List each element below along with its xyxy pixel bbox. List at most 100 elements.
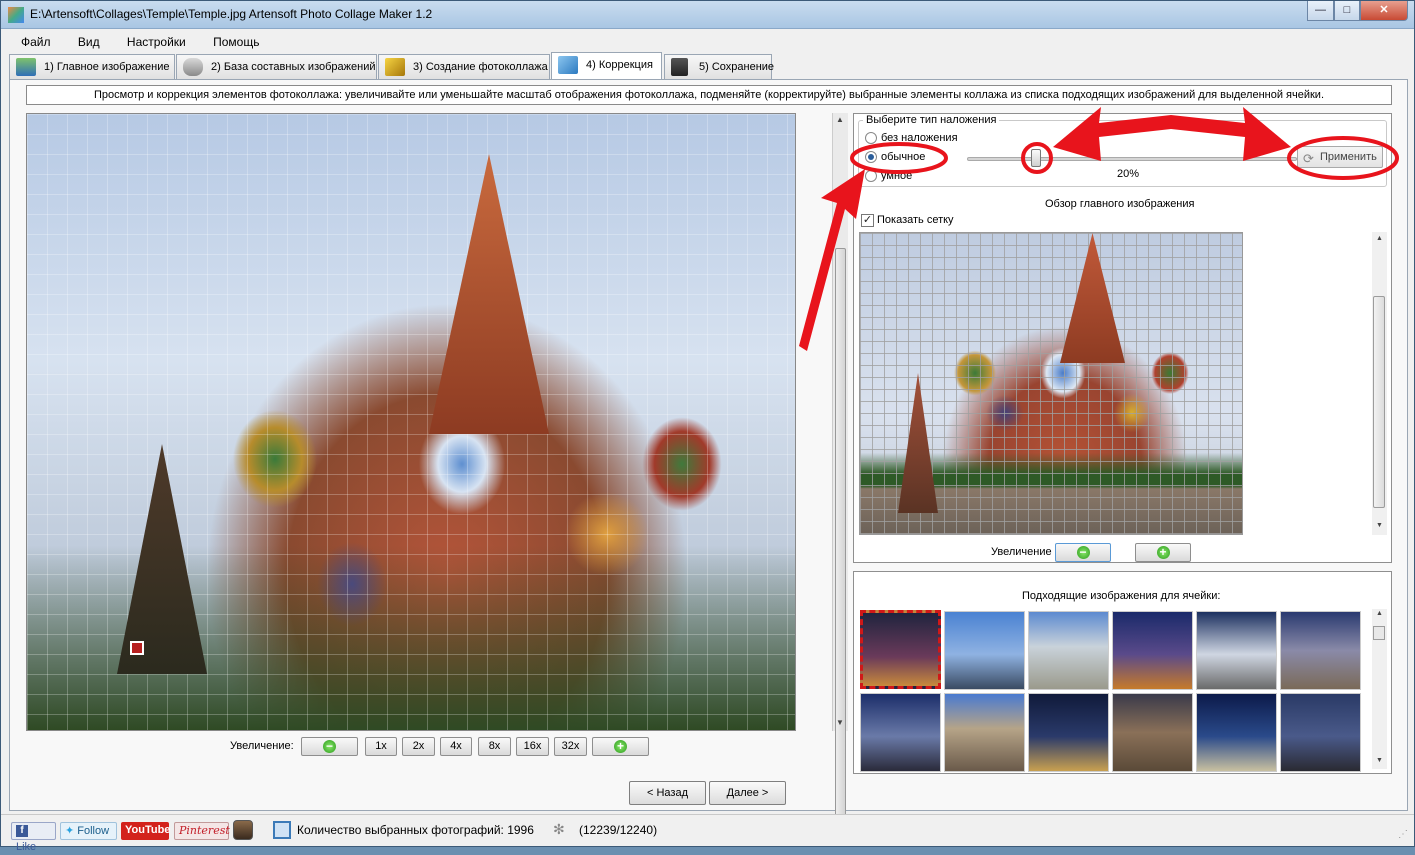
menu-file[interactable]: Файл [9,33,63,49]
zoom-8x-button[interactable]: 8x [478,737,511,756]
tab-save[interactable]: 5) Сохранение [664,54,774,79]
zoom-4x-button[interactable]: 4x [440,737,472,756]
left-tent-tower [117,444,207,674]
plus-icon: + [614,739,627,753]
app-window: E:\Artensoft\Collages\Temple\Temple.jpg … [0,0,1415,853]
collage-mosaic-view[interactable] [26,113,796,731]
preview-zoom-in-button[interactable]: + [1135,543,1191,562]
scrollbar-thumb[interactable] [835,248,846,823]
facebook-icon: f [16,825,28,838]
overlay-slider-track[interactable] [967,157,1297,161]
scroll-down-arrow[interactable]: ▼ [1376,757,1383,764]
scroll-up-arrow[interactable]: ▲ [1376,610,1383,617]
scroll-down-arrow[interactable]: ▼ [836,718,844,727]
maximize-button[interactable]: □ [1334,1,1360,21]
radio-smart-overlay[interactable]: умное [865,170,912,182]
matching-thumbnail[interactable] [1028,611,1109,690]
scroll-up-arrow[interactable]: ▲ [836,115,844,124]
pinterest-button[interactable]: Pinterest [174,822,230,840]
zoom-out-button[interactable]: − [301,737,358,756]
show-grid-checkbox[interactable]: ✓ Показать сетку [861,214,954,227]
minus-icon: − [323,739,336,753]
matching-thumbnail[interactable] [1196,611,1277,690]
magic-wand-icon [385,58,405,76]
matching-thumbnail[interactable] [860,693,941,772]
preview-scrollbar-thumb[interactable] [1373,296,1385,508]
status-bar: f Like ✦ Follow YouTube Pinterest Количе… [1,814,1414,853]
apply-button[interactable]: ⟳ Применить [1297,146,1383,168]
next-button[interactable]: Далее > [709,781,786,805]
app-icon [8,7,24,23]
zoom-in-button[interactable]: + [592,737,649,756]
matching-thumbnail[interactable] [1112,693,1193,772]
matching-thumbnail[interactable] [1280,693,1361,772]
instruction-text: Просмотр и коррекция элементов фотоколла… [26,85,1392,105]
twitter-follow-button[interactable]: ✦ Follow [60,822,117,840]
back-button[interactable]: < Назад [629,781,706,805]
radio-dot [865,132,877,144]
tab-create-collage[interactable]: 3) Создание фотоколлажа [378,54,550,79]
progress-counter: (12239/12240) [579,823,658,837]
zoom-1x-button[interactable]: 1x [365,737,397,756]
cube-icon [558,56,578,74]
matching-thumbnail[interactable] [944,611,1025,690]
resize-grip-icon[interactable]: ⋰ [1398,829,1408,840]
zoom-2x-button[interactable]: 2x [402,737,435,756]
overlay-percent: 20% [1117,168,1140,180]
minimize-button[interactable]: — [1307,1,1334,21]
zoom-32x-button[interactable]: 32x [554,737,587,756]
radio-normal-overlay[interactable]: обычное [865,151,925,163]
close-button[interactable]: ✕ [1360,1,1408,21]
central-tower [429,154,549,434]
plus-icon: + [1156,545,1170,559]
tab-image-database[interactable]: 2) База составных изображений [176,54,377,79]
checkmark-icon: ✓ [861,214,874,227]
matching-thumbnail[interactable] [1280,611,1361,690]
matching-thumbnail[interactable] [1028,693,1109,772]
zoom-label: Увеличение: [230,740,294,752]
collage-vertical-scrollbar[interactable]: ▲ ▼ [832,113,848,823]
main-image-preview[interactable] [859,232,1243,535]
preview-central-tower [1060,233,1125,363]
minus-icon: − [1076,545,1090,559]
preview-vertical-scrollbar[interactable]: ▲ ▼ [1372,232,1387,535]
radio-dot [865,170,877,182]
overlay-group-title: Выберите тип наложения [863,114,1000,126]
photos-count-icon [273,821,291,839]
matching-thumbnail[interactable] [860,610,941,689]
matching-scrollbar-thumb[interactable] [1373,626,1385,640]
facebook-like-button[interactable]: f Like [11,822,56,853]
scroll-down-arrow[interactable]: ▼ [1376,522,1383,529]
matching-thumbnail[interactable] [1196,693,1277,772]
loading-spinner-icon: ✻ [553,821,565,837]
selected-photos-count: Количество выбранных фотографий: 1996 [297,823,534,837]
twitter-icon: ✦ [65,825,75,837]
menu-settings[interactable]: Настройки [115,33,198,49]
window-title: E:\Artensoft\Collages\Temple\Temple.jpg … [30,7,433,21]
matching-thumbnail[interactable] [1112,611,1193,690]
database-icon [183,58,203,76]
image-icon [16,58,36,76]
matching-scrollbar[interactable]: ▲ ▼ [1372,609,1387,769]
selected-cell-marker[interactable] [130,641,144,655]
tab-main-image[interactable]: 1) Главное изображение [9,54,175,79]
preview-left-tower [898,373,938,513]
preview-zoom-out-button[interactable]: − [1055,543,1111,562]
menu-help[interactable]: Помощь [201,33,271,49]
floppy-disk-icon [671,58,688,76]
instagram-icon[interactable] [233,820,253,840]
radio-no-overlay[interactable]: без наложения [865,132,958,144]
matching-thumbnail[interactable] [944,693,1025,772]
youtube-button[interactable]: YouTube [121,822,170,840]
tab-correction[interactable]: 4) Коррекция [551,52,662,79]
title-bar: E:\Artensoft\Collages\Temple\Temple.jpg … [1,1,1414,29]
preview-zoom-label: Увеличение [991,546,1052,558]
preview-title: Обзор главного изображения [1045,198,1195,210]
matching-images-title: Подходящие изображения для ячейки: [1022,590,1221,602]
menu-bar: Файл Вид Настройки Помощь [9,33,271,51]
refresh-icon: ⟳ [1303,151,1314,166]
overlay-slider-thumb[interactable] [1031,149,1041,167]
scroll-up-arrow[interactable]: ▲ [1376,235,1383,242]
zoom-16x-button[interactable]: 16x [516,737,549,756]
menu-view[interactable]: Вид [66,33,112,49]
